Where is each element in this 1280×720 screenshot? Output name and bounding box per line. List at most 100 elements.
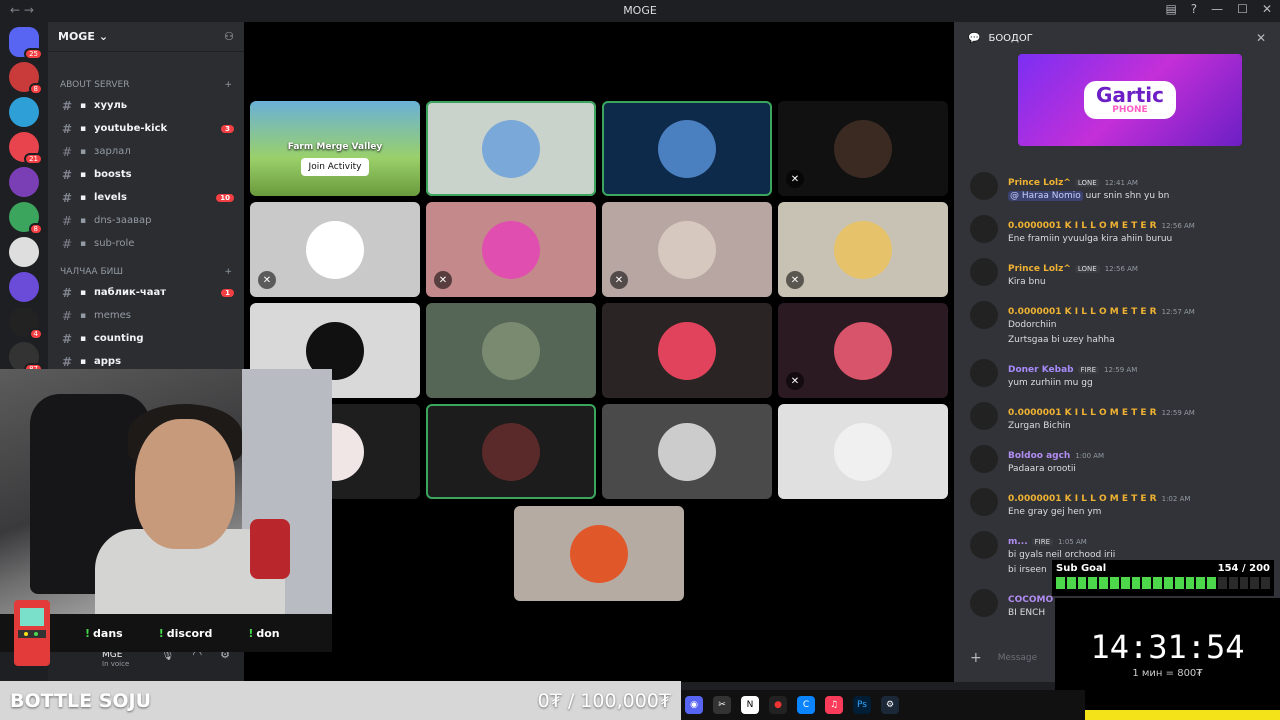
author-avatar[interactable]	[970, 488, 998, 516]
participant-tile[interactable]: ✕	[426, 202, 596, 297]
author-name[interactable]: 0.0000001 K I L L O M E T E R	[1008, 307, 1157, 317]
channel-name: dns-заавар	[94, 215, 152, 226]
steam-icon[interactable]: ⚙	[881, 696, 899, 714]
author-name[interactable]: m...	[1008, 537, 1028, 547]
arcade-machine-icon	[2, 590, 62, 670]
progress-segment	[1261, 577, 1270, 589]
participant-avatar	[658, 422, 716, 481]
hash-icon: #	[62, 167, 73, 182]
add-channel-icon[interactable]: +	[224, 267, 232, 277]
author-name[interactable]: Prince Lolz^	[1008, 178, 1071, 188]
author-name[interactable]: 0.0000001 K I L L O M E T E R	[1008, 408, 1157, 418]
join-activity-button[interactable]: Join Activity	[300, 157, 370, 176]
inbox-icon[interactable]: ▤	[1165, 2, 1176, 16]
hash-icon: #	[62, 190, 73, 205]
progress-segment	[1185, 577, 1195, 589]
author-avatar[interactable]	[970, 402, 998, 430]
server-icon[interactable]	[9, 97, 39, 127]
progress-segment	[1120, 577, 1130, 589]
category-about-server[interactable]: ABOUT SERVER +	[48, 76, 244, 94]
server-icon[interactable]: 4	[9, 307, 43, 340]
chat-message[interactable]: Prince Lolz^ LONE 12:41 AM @ Haraa Nomio uu…	[954, 170, 1280, 204]
photoshop-icon[interactable]: Ps	[853, 696, 871, 714]
author-avatar[interactable]	[970, 589, 998, 617]
channel-item[interactable]: # ▪ паблик-чаат 1	[48, 281, 244, 304]
participant-tile[interactable]	[778, 404, 948, 499]
chat-message[interactable]: 0.0000001 K I L L O M E T E R 12:57 AM Dod…	[954, 299, 1280, 348]
author-name[interactable]: 0.0000001 K I L L O M E T E R	[1008, 221, 1157, 231]
channel-item[interactable]: # ▪ хууль	[48, 94, 244, 117]
activity-tile[interactable]: Farm Merge Valley Join Activity	[250, 101, 420, 196]
chat-message[interactable]: Boldoo agch 1:00 AM Padaara orootii	[954, 443, 1280, 477]
author-avatar[interactable]	[970, 215, 998, 243]
server-header[interactable]: MOGE ⌄ ⚇	[48, 22, 244, 52]
participant-tile[interactable]: ✕	[778, 101, 948, 196]
add-member-icon[interactable]: ⚇	[224, 30, 234, 43]
user-mention[interactable]: @ Haraa Nomio	[1008, 191, 1083, 201]
role-tag: LONE	[1074, 179, 1100, 187]
channel-item[interactable]: # ▪ levels 10	[48, 186, 244, 209]
close-button[interactable]: ✕	[1262, 2, 1272, 16]
participant-tile[interactable]: ✕	[602, 202, 772, 297]
participant-tile[interactable]: ✕	[778, 303, 948, 398]
music-icon[interactable]: ♫	[825, 696, 843, 714]
server-icon[interactable]: 8	[9, 202, 43, 235]
author-name[interactable]: COCOMO	[1008, 595, 1053, 605]
channel-name: sub-role	[94, 238, 135, 249]
maximize-button[interactable]: ☐	[1237, 2, 1248, 16]
discord-icon[interactable]: ◉	[685, 696, 703, 714]
participant-tile[interactable]: ✕	[250, 202, 420, 297]
hash-icon: #	[62, 331, 73, 346]
server-icon[interactable]: 87	[9, 342, 43, 375]
author-avatar[interactable]	[970, 172, 998, 200]
author-avatar[interactable]	[970, 359, 998, 387]
author-name[interactable]: 0.0000001 K I L L O M E T E R	[1008, 494, 1157, 504]
chat-message[interactable]: 0.0000001 K I L L O M E T E R 12:56 AM Ene…	[954, 213, 1280, 247]
add-channel-icon[interactable]: +	[224, 80, 232, 90]
discord-home-icon[interactable]: 25	[9, 27, 43, 60]
chat-message[interactable]: Prince Lolz^ LONE 12:56 AM Kira bnu	[954, 256, 1280, 290]
participant-tile[interactable]	[602, 404, 772, 499]
participant-tile[interactable]	[602, 101, 772, 196]
channel-item[interactable]: # ▪ dns-заавар	[48, 209, 244, 232]
role-tag: FIRE	[1031, 538, 1054, 546]
capcut-icon[interactable]: ✂	[713, 696, 731, 714]
server-icon[interactable]: 8	[9, 62, 43, 95]
participant-tile[interactable]	[514, 506, 684, 601]
minimize-button[interactable]: —	[1211, 2, 1223, 16]
participant-tile[interactable]	[426, 404, 596, 499]
help-icon[interactable]: ?	[1191, 2, 1197, 16]
channel-item[interactable]: # ▪ counting	[48, 327, 244, 350]
author-avatar[interactable]	[970, 258, 998, 286]
participant-tile[interactable]	[426, 101, 596, 196]
participant-tile[interactable]: ✕	[778, 202, 948, 297]
server-icon[interactable]	[9, 167, 39, 197]
server-icon[interactable]	[9, 272, 39, 302]
channel-item[interactable]: # ▪ memes	[48, 304, 244, 327]
author-avatar[interactable]	[970, 531, 998, 559]
add-attachment-icon[interactable]: +	[970, 650, 982, 666]
browser-icon[interactable]: C	[797, 696, 815, 714]
chat-message[interactable]: 0.0000001 K I L L O M E T E R 1:02 AM Ene …	[954, 486, 1280, 520]
channel-item[interactable]: # ▪ youtube-kick 3	[48, 117, 244, 140]
category-chat[interactable]: ЧАЛЧАА БИШ +	[48, 263, 244, 281]
author-name[interactable]: Doner Kebab	[1008, 365, 1074, 375]
notion-icon[interactable]: N	[741, 696, 759, 714]
chat-message[interactable]: 0.0000001 K I L L O M E T E R 12:59 AM Zur…	[954, 400, 1280, 434]
close-chat-icon[interactable]: ✕	[1256, 31, 1266, 45]
server-icon[interactable]	[9, 237, 39, 267]
author-name[interactable]: Prince Lolz^	[1008, 264, 1071, 274]
obs-icon[interactable]: ●	[769, 696, 787, 714]
author-name[interactable]: Boldoo agch	[1008, 451, 1070, 461]
chat-message[interactable]: Doner Kebab FIRE 12:59 AM yum zurhiin mu gg	[954, 357, 1280, 391]
participant-tile[interactable]	[602, 303, 772, 398]
channel-item[interactable]: # ▪ зарлал	[48, 140, 244, 163]
gartic-phone-embed[interactable]: Gartic PHONE	[1018, 54, 1242, 146]
message-text: Padaara orootii	[1008, 464, 1076, 474]
participant-tile[interactable]	[426, 303, 596, 398]
channel-item[interactable]: # ▪ boosts	[48, 163, 244, 186]
author-avatar[interactable]	[970, 445, 998, 473]
author-avatar[interactable]	[970, 301, 998, 329]
channel-item[interactable]: # ▪ sub-role	[48, 232, 244, 255]
server-icon[interactable]: 21	[9, 132, 43, 165]
